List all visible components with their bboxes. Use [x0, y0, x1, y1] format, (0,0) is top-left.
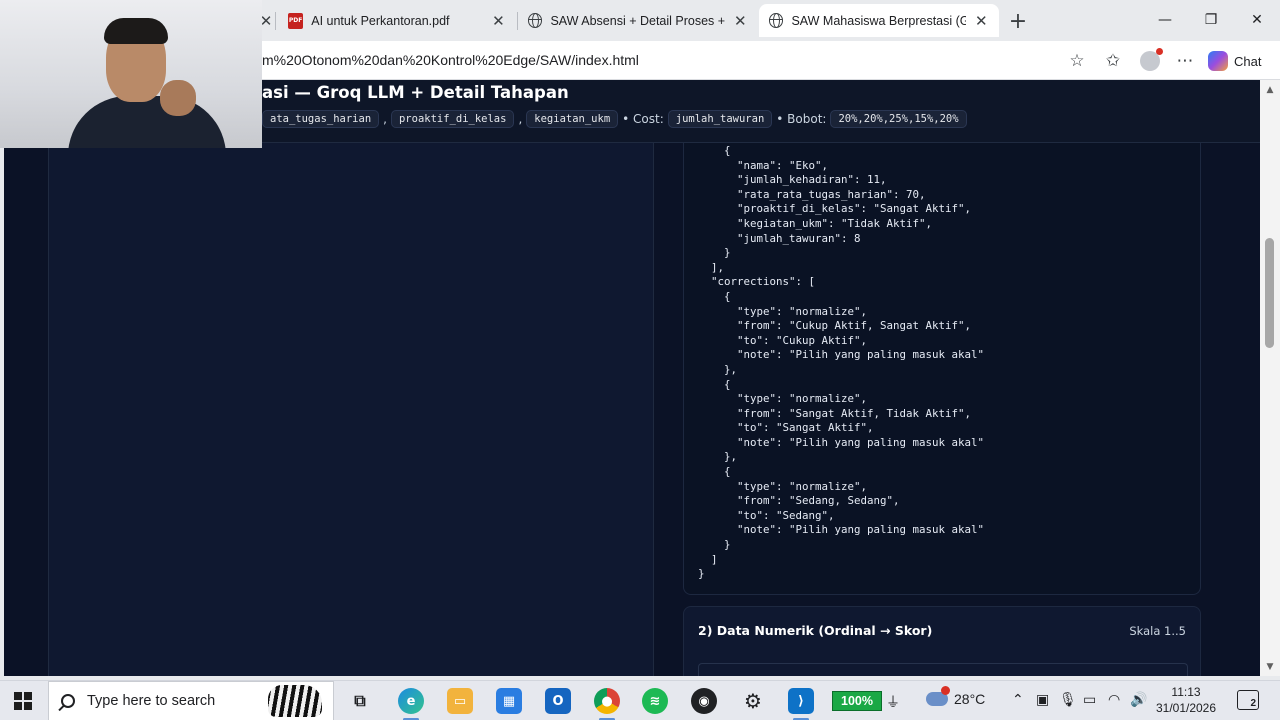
battery-indicator[interactable]: 100%: [832, 691, 882, 711]
windows-taskbar: Type here to search ⧉ e ▭ ▦ O ● ≋ ◉ ⚙ ⟩ …: [0, 680, 1280, 720]
cloud-icon: [926, 686, 950, 706]
chrome-icon[interactable]: ●: [594, 688, 620, 714]
more-menu-icon[interactable]: ⋯: [1174, 50, 1196, 72]
search-icon: [61, 694, 75, 708]
separator: ,: [383, 112, 387, 126]
benefit-chip: proaktif_di_kelas: [390, 110, 515, 128]
outlook-icon[interactable]: O: [545, 688, 571, 714]
page-title: asi — Groq LLM + Detail Tahapan: [262, 83, 569, 102]
task-view-icon[interactable]: ⧉: [347, 688, 373, 714]
tab-close-icon[interactable]: ✕: [733, 13, 748, 30]
copilot-chat-button[interactable]: Chat: [1208, 49, 1261, 73]
tab-close-icon[interactable]: ✕: [974, 13, 989, 30]
favorites-icon[interactable]: ✩: [1102, 50, 1124, 72]
left-panel-card: [48, 143, 654, 676]
numeric-data-section: 2) Data Numerik (Ordinal → Skor) Skala 1…: [683, 606, 1201, 677]
cost-chip: jumlah_tawuran: [667, 110, 773, 128]
wifi-icon[interactable]: ◠: [1108, 692, 1120, 708]
weight-label: • Bobot:: [776, 112, 827, 126]
taskbar-clock[interactable]: 11:13 31/01/2026: [1150, 684, 1222, 716]
notification-center-icon[interactable]: 2: [1237, 690, 1259, 710]
favorite-star-icon[interactable]: ☆: [1066, 50, 1088, 72]
tab-pdf[interactable]: PDF AI untuk Perkantoran.pdf ✕: [278, 4, 516, 37]
tab-label: AI untuk Perkantoran.pdf: [311, 13, 450, 28]
weight-chip: 20%,20%,25%,15%,20%: [830, 110, 967, 128]
pdf-icon: PDF: [288, 12, 304, 29]
tab-label: SAW Mahasiswa Berprestasi (Groq: [791, 13, 966, 28]
weather-temp: 28°C: [954, 691, 986, 707]
search-placeholder: Type here to search: [87, 693, 216, 709]
tray-chevron-up-icon[interactable]: ⌃: [1012, 692, 1024, 708]
url-field[interactable]: m%20Otonom%20dan%20Kontrol%20Edge/SAW/in…: [262, 52, 639, 68]
separator: ,: [518, 112, 523, 126]
benefit-chip: ata_tugas_harian: [262, 110, 380, 128]
weather-widget[interactable]: 28°C: [926, 686, 986, 707]
cost-label: • Cost:: [622, 112, 664, 126]
scale-label: Skala 1..5: [1129, 624, 1186, 638]
window-left-border: [0, 80, 4, 680]
person-hair: [104, 18, 168, 44]
tab-saw-mahasiswa[interactable]: SAW Mahasiswa Berprestasi (Groq ✕: [759, 4, 999, 37]
zebra-search-highlight-icon: [268, 685, 322, 717]
edge-icon[interactable]: e: [398, 688, 424, 714]
camera-icon[interactable]: ▣: [1036, 692, 1049, 708]
avatar: [1140, 48, 1163, 71]
close-window-button[interactable]: ✕: [1242, 8, 1272, 32]
clock-date: 31/01/2026: [1155, 701, 1217, 715]
person-body: [68, 96, 226, 148]
start-button[interactable]: [14, 692, 32, 710]
globe-icon: [528, 13, 543, 28]
clock-time: 11:13: [1171, 685, 1201, 699]
chat-label: Chat: [1234, 53, 1262, 69]
person-hand: [160, 80, 196, 116]
criteria-meta-row: ata_tugas_harian , proaktif_di_kelas , k…: [262, 110, 967, 128]
tab-close-icon[interactable]: ✕: [491, 13, 506, 30]
tab-saw-absensi[interactable]: SAW Absensi + Detail Proses + Gr ✕: [518, 4, 758, 37]
minimize-button[interactable]: —: [1150, 8, 1180, 32]
section-title: 2) Data Numerik (Ordinal → Skor): [698, 623, 933, 638]
scrollbar-thumb[interactable]: [1265, 238, 1274, 348]
webcam-overlay: [0, 0, 262, 148]
obs-icon[interactable]: ◉: [691, 688, 717, 714]
microphone-icon[interactable]: 🎙: [1059, 692, 1077, 708]
benefit-chip: kegiatan_ukm: [526, 110, 619, 128]
profile-button[interactable]: [1139, 48, 1163, 72]
windows-logo-icon: [14, 692, 22, 700]
tab-label: SAW Absensi + Detail Proses + Gr: [550, 13, 725, 28]
globe-icon: [769, 13, 784, 28]
plug-icon: ⏚: [886, 695, 900, 711]
new-tab-button[interactable]: +: [1006, 9, 1030, 34]
file-explorer-icon[interactable]: ▭: [447, 688, 473, 714]
settings-gear-icon[interactable]: ⚙: [740, 688, 766, 714]
battery-icon[interactable]: ▭: [1083, 692, 1096, 708]
copilot-icon: [1208, 51, 1228, 71]
scroll-down-icon[interactable]: ▼: [1264, 661, 1276, 673]
page-scrollbar[interactable]: [1260, 80, 1280, 676]
spotify-icon[interactable]: ≋: [642, 688, 668, 714]
restore-button[interactable]: ❐: [1196, 8, 1226, 32]
store-icon[interactable]: ▦: [496, 688, 522, 714]
scroll-up-icon[interactable]: ▲: [1264, 84, 1276, 96]
vscode-icon[interactable]: ⟩: [788, 688, 814, 714]
volume-icon[interactable]: 🔊: [1130, 692, 1147, 708]
tab-separator: [275, 12, 276, 30]
json-output-card: { "nama": "Eko", "jumlah_kehadiran": 11,…: [683, 143, 1201, 595]
json-output-code: { "nama": "Eko", "jumlah_kehadiran": 11,…: [698, 144, 985, 581]
table-header: [698, 663, 1188, 677]
